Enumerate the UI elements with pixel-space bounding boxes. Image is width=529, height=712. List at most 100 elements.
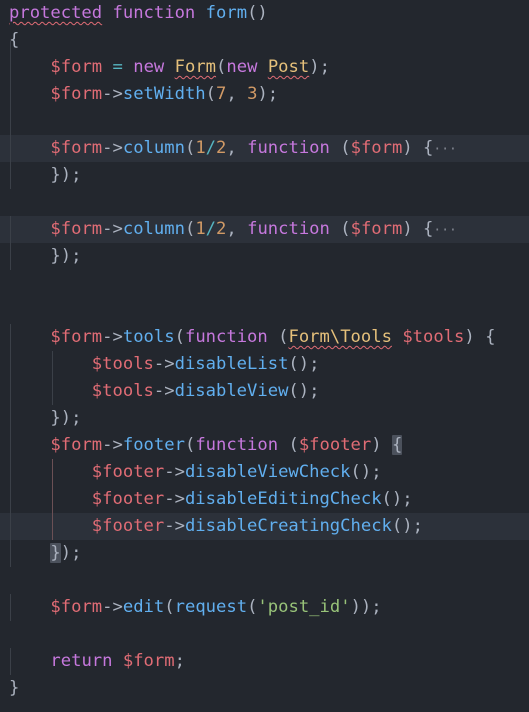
code-token: ->: [102, 597, 123, 617]
code-line[interactable]: $footer->disableCreatingCheck();: [0, 513, 529, 540]
code-token: $form: [50, 327, 103, 347]
code-token: (: [174, 327, 185, 347]
code-token: $form: [50, 219, 103, 239]
code-token: (: [184, 435, 196, 455]
code-token: $form: [50, 435, 103, 455]
code-token: =: [112, 57, 123, 77]
code-line[interactable]: $tools->disableView();: [0, 378, 529, 405]
code-line[interactable]: $footer->disableViewCheck();: [0, 459, 529, 486]
code-token: });: [9, 165, 82, 185]
code-line[interactable]: [0, 567, 529, 594]
code-token: 2: [216, 138, 227, 158]
code-token: protected: [9, 3, 103, 23]
code-line[interactable]: });: [0, 243, 529, 270]
code-token: $form: [350, 138, 403, 158]
folded-ellipsis-icon[interactable]: ···: [433, 142, 456, 157]
indent-guide: [10, 135, 11, 189]
code-token: $form: [50, 84, 103, 104]
code-token: ;: [174, 651, 185, 671]
code-token: 1: [195, 138, 206, 158]
code-token: 1: [195, 219, 206, 239]
code-token: function: [112, 3, 196, 23]
code-line[interactable]: $form->tools(function (Form\Tools $tools…: [0, 324, 529, 351]
code-token: ();: [288, 354, 320, 374]
code-line[interactable]: [0, 108, 529, 135]
code-token: form: [205, 3, 248, 23]
code-line[interactable]: [0, 297, 529, 324]
code-line[interactable]: });: [0, 405, 529, 432]
code-token: disableEditingCheck: [184, 489, 382, 509]
code-token: $tools: [91, 354, 154, 374]
code-token: 3: [247, 84, 258, 104]
code-token: $footer: [91, 516, 165, 536]
code-token: ();: [288, 381, 320, 401]
code-token: ->: [102, 138, 123, 158]
code-token: disableView: [174, 381, 289, 401]
code-line[interactable]: $form->setWidth(7, 3);: [0, 81, 529, 108]
code-line[interactable]: [0, 189, 529, 216]
code-token: edit: [122, 597, 165, 617]
code-token: $form: [350, 219, 403, 239]
code-token: Form\Tools: [288, 327, 392, 347]
code-line[interactable]: $footer->disableEditingCheck();: [0, 486, 529, 513]
indent-guide: [10, 648, 11, 675]
code-token: (: [267, 327, 289, 347]
code-line[interactable]: return $form;: [0, 648, 529, 675]
indent-guide: [52, 351, 53, 405]
code-token: tools: [122, 327, 175, 347]
code-token: $form: [50, 57, 103, 77]
code-token: (: [329, 219, 351, 239]
code-line[interactable]: $form->column(1/2, function ($form) {···: [0, 135, 529, 162]
code-line[interactable]: $form->footer(function ($footer) {: [0, 432, 529, 459]
code-token: ->: [102, 435, 123, 455]
code-line[interactable]: {: [0, 27, 529, 54]
code-token: $tools: [91, 381, 154, 401]
code-token: Post: [267, 57, 310, 77]
code-token: ) {: [402, 138, 434, 158]
code-token: (: [278, 435, 299, 455]
code-line[interactable]: protected function form(): [0, 0, 529, 27]
code-line[interactable]: [0, 621, 529, 648]
code-token: 7: [216, 84, 227, 104]
code-token: $footer: [298, 435, 372, 455]
code-token: (: [164, 597, 175, 617]
folded-ellipsis-icon[interactable]: ···: [433, 223, 456, 238]
code-line[interactable]: $form->column(1/2, function ($form) {···: [0, 216, 529, 243]
code-token: ->: [102, 327, 123, 347]
code-line[interactable]: });: [0, 162, 529, 189]
code-token: function: [184, 327, 268, 347]
code-line[interactable]: }: [0, 675, 529, 702]
code-token: ,: [226, 84, 248, 104]
code-token: ->: [164, 462, 185, 482]
code-token: ->: [153, 381, 175, 401]
code-token: ->: [102, 84, 123, 104]
code-editor[interactable]: } return $form; $form->edit(request('pos…: [0, 0, 529, 712]
code-token: ,: [226, 138, 248, 158]
code-token: ();: [391, 516, 423, 536]
code-token: );: [257, 84, 279, 104]
code-token: column: [122, 138, 185, 158]
code-line[interactable]: $form->edit(request('post_id'));: [0, 594, 529, 621]
code-token: $footer: [91, 489, 165, 509]
code-token: }: [50, 543, 61, 563]
code-line[interactable]: $form = new Form(new Post);: [0, 54, 529, 81]
code-token: $form: [122, 651, 175, 671]
code-line[interactable]: [0, 270, 529, 297]
code-token: (): [247, 3, 268, 23]
code-token: (: [184, 219, 196, 239]
code-line[interactable]: });: [0, 540, 529, 567]
code-token: ): [371, 435, 392, 455]
code-line[interactable]: $tools->disableList();: [0, 351, 529, 378]
code-token: /: [205, 138, 217, 158]
